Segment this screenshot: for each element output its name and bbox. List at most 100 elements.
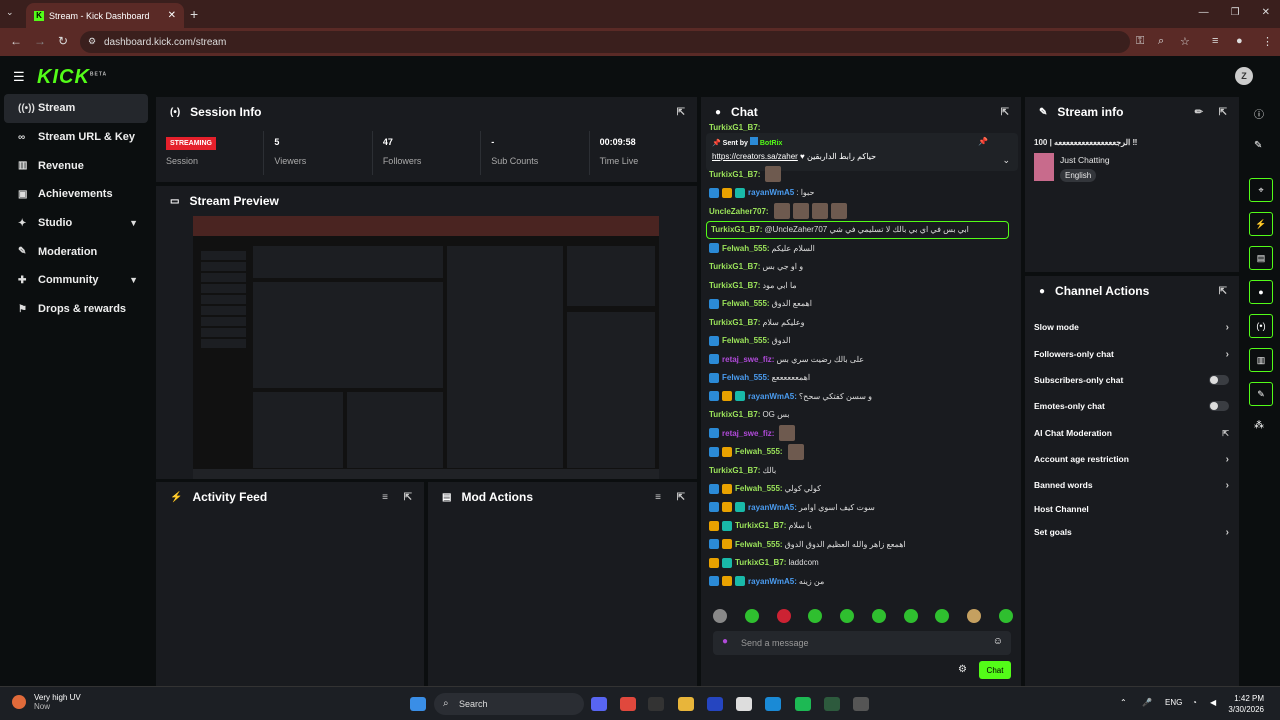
new-tab-icon[interactable]: + [190, 6, 198, 22]
tab-list-icon[interactable]: ⌄ [6, 7, 14, 18]
chat-send-button[interactable]: Chat [979, 661, 1011, 679]
reading-list-icon[interactable]: ≡ [1212, 35, 1218, 47]
popout-icon[interactable]: ⇱ [677, 492, 685, 503]
filter-icon[interactable]: ≡ [655, 492, 661, 503]
emote-icon[interactable] [871, 609, 886, 623]
chat-username[interactable]: rayanWmA5: [748, 577, 797, 586]
account-age-action[interactable]: Account age restriction › [1034, 451, 1229, 467]
edit-pencil-icon[interactable]: ✎ [1254, 140, 1262, 151]
connections-icon[interactable]: ⁂ [1254, 420, 1264, 431]
chat-username[interactable]: Felwah_555: [722, 244, 770, 253]
spotify-icon[interactable] [795, 697, 811, 711]
mic-icon[interactable]: ● [722, 636, 728, 647]
chat-message[interactable]: rayanWmA5: و سسن كفتكي سحح؟ [709, 387, 1009, 406]
chat-username[interactable]: Felwah_555: [735, 540, 783, 549]
chat-message[interactable]: TurkixG1_B7: [709, 165, 1009, 184]
ea-app-icon[interactable] [707, 697, 723, 711]
xbox-icon[interactable] [824, 697, 840, 711]
emote-icon[interactable] [744, 609, 759, 623]
chat-username[interactable]: TurkixG1_B7: [709, 262, 760, 271]
quick-action-button[interactable]: (•) [1249, 314, 1273, 338]
chat-message[interactable]: TurkixG1_B7: يا سلام [709, 517, 1009, 536]
edge-icon[interactable] [765, 697, 781, 711]
chat-message[interactable]: rayanWmA5: سوت كيف اسوي اوامر [709, 498, 1009, 517]
tray-chevron-icon[interactable]: ⌃ [1120, 698, 1127, 707]
chat-message[interactable]: TurkixG1_B7: بالك [709, 461, 1009, 480]
slow-mode-action[interactable]: Slow mode › [1034, 319, 1229, 335]
popout-icon[interactable]: ⇱ [1219, 286, 1227, 297]
sidebar-item-revenue[interactable]: ▥ Revenue [4, 151, 148, 180]
chat-username[interactable]: rayanWmA5: [748, 392, 797, 401]
chat-message[interactable]: Felwah_555: اهمعع زاهر والله العظيم الدوق… [709, 535, 1009, 554]
emote-icon[interactable] [903, 609, 918, 623]
emoji-icon[interactable]: ☺ [993, 636, 1003, 647]
epic-games-icon[interactable] [648, 697, 664, 711]
emote-icon[interactable] [776, 609, 791, 623]
chat-username[interactable]: TurkixG1_B7: [709, 410, 760, 419]
chat-settings-gear-icon[interactable]: ⚙ [958, 664, 967, 675]
obs-icon[interactable] [853, 697, 869, 711]
chat-username[interactable]: rayanWmA5: [748, 503, 797, 512]
chat-message[interactable]: TurkixG1_B7: ما ابي مود [709, 276, 1009, 295]
chat-message[interactable]: Felwah_555: الدوق [709, 332, 1009, 351]
url-field[interactable]: ⚙ dashboard.kick.com/stream [80, 31, 1130, 53]
bookmark-star-icon[interactable]: ☆ [1180, 35, 1190, 48]
quick-action-button[interactable]: ▤ [1249, 246, 1273, 270]
chat-username[interactable]: TurkixG1_B7: [735, 558, 786, 567]
chat-username[interactable]: TurkixG1_B7: [735, 521, 786, 530]
filter-icon[interactable]: ≡ [382, 492, 388, 503]
sidebar-item-moderation[interactable]: ✎ Moderation [4, 237, 148, 266]
reload-icon[interactable]: ↻ [58, 34, 68, 48]
weather-widget[interactable]: Very high UV Now [12, 693, 81, 711]
chat-message[interactable]: TurkixG1_B7: laddcom [709, 554, 1009, 573]
chat-message[interactable]: UncleZaher707: [709, 202, 1009, 221]
chat-message[interactable]: Felwah_555: اهمعع الدوق [709, 295, 1009, 314]
chat-message[interactable]: retaj_swe_fiz: على بالك رضيت سري بس [709, 350, 1009, 369]
windows-start-icon[interactable] [410, 697, 426, 711]
subscribers-only-toggle[interactable] [1209, 375, 1229, 385]
store-icon[interactable] [736, 697, 752, 711]
close-tab-icon[interactable]: ✕ [168, 10, 176, 21]
chat-username[interactable]: Felwah_555: [735, 484, 783, 493]
info-icon[interactable]: ⓘ [1254, 106, 1264, 121]
banned-words-action[interactable]: Banned words › [1034, 477, 1229, 493]
chat-message[interactable]: TurkixG1_B7: وعليكم سلام [709, 313, 1009, 332]
chat-message[interactable]: Felwah_555: السلام عليكم [709, 239, 1009, 258]
taskbar-clock[interactable]: 1:42 PM 3/30/2026 [1228, 693, 1264, 715]
chat-message[interactable]: retaj_swe_fiz: [709, 424, 1009, 443]
popout-icon[interactable]: ⇱ [1001, 107, 1009, 118]
emote-icon[interactable] [840, 609, 855, 623]
edit-pencil-icon[interactable]: ✏ [1195, 107, 1203, 118]
chrome-icon[interactable] [620, 697, 636, 711]
speaker-icon[interactable]: ◀ [1210, 698, 1216, 707]
sidebar-item-stream[interactable]: ((•)) Stream [4, 94, 148, 123]
pin-icon[interactable]: 📌 [978, 137, 988, 146]
minimize-icon[interactable]: — [1199, 7, 1209, 18]
taskbar-search[interactable]: ⌕ Search [434, 693, 584, 715]
chat-username[interactable]: retaj_swe_fiz: [722, 355, 774, 364]
site-info-icon[interactable]: ⚙ [88, 36, 96, 47]
chat-username[interactable]: TurkixG1_B7: [709, 318, 760, 327]
emotes-only-toggle[interactable] [1209, 401, 1229, 411]
chat-username[interactable]: Felwah_555: [722, 299, 770, 308]
microphone-icon[interactable]: 🎤 [1142, 698, 1152, 707]
popout-icon[interactable]: ⇱ [404, 492, 412, 503]
quick-action-button[interactable]: ⌖ [1249, 178, 1273, 202]
popout-icon[interactable]: ⇱ [1219, 107, 1227, 118]
set-goals-action[interactable]: Set goals › [1034, 524, 1229, 540]
back-icon[interactable]: ← [10, 34, 22, 48]
chat-username[interactable]: TurkixG1_B7: [709, 170, 760, 179]
pinned-link[interactable]: https://creators.sa/zaher [712, 152, 798, 161]
close-window-icon[interactable]: ✕ [1262, 7, 1270, 18]
key-icon[interactable]: ⚿ [1136, 35, 1144, 48]
file-explorer-icon[interactable] [678, 697, 694, 711]
chat-message[interactable]: rayanWmA5: حبوا [709, 184, 1009, 203]
quick-action-button[interactable]: ▥ [1249, 348, 1273, 372]
ai-moderation-action[interactable]: AI Chat Moderation ⇱ [1034, 425, 1229, 441]
language-indicator[interactable]: ENG [1165, 698, 1182, 707]
sidebar-item-community[interactable]: ✚ Community ▼ [4, 266, 148, 295]
emote-icon[interactable] [998, 609, 1013, 623]
chat-message[interactable]: Felwah_555: كولي كولي [709, 480, 1009, 499]
sidebar-item-achievements[interactable]: ▣ Achievements [4, 180, 148, 209]
chat-username[interactable]: TurkixG1_B7: [711, 225, 762, 234]
